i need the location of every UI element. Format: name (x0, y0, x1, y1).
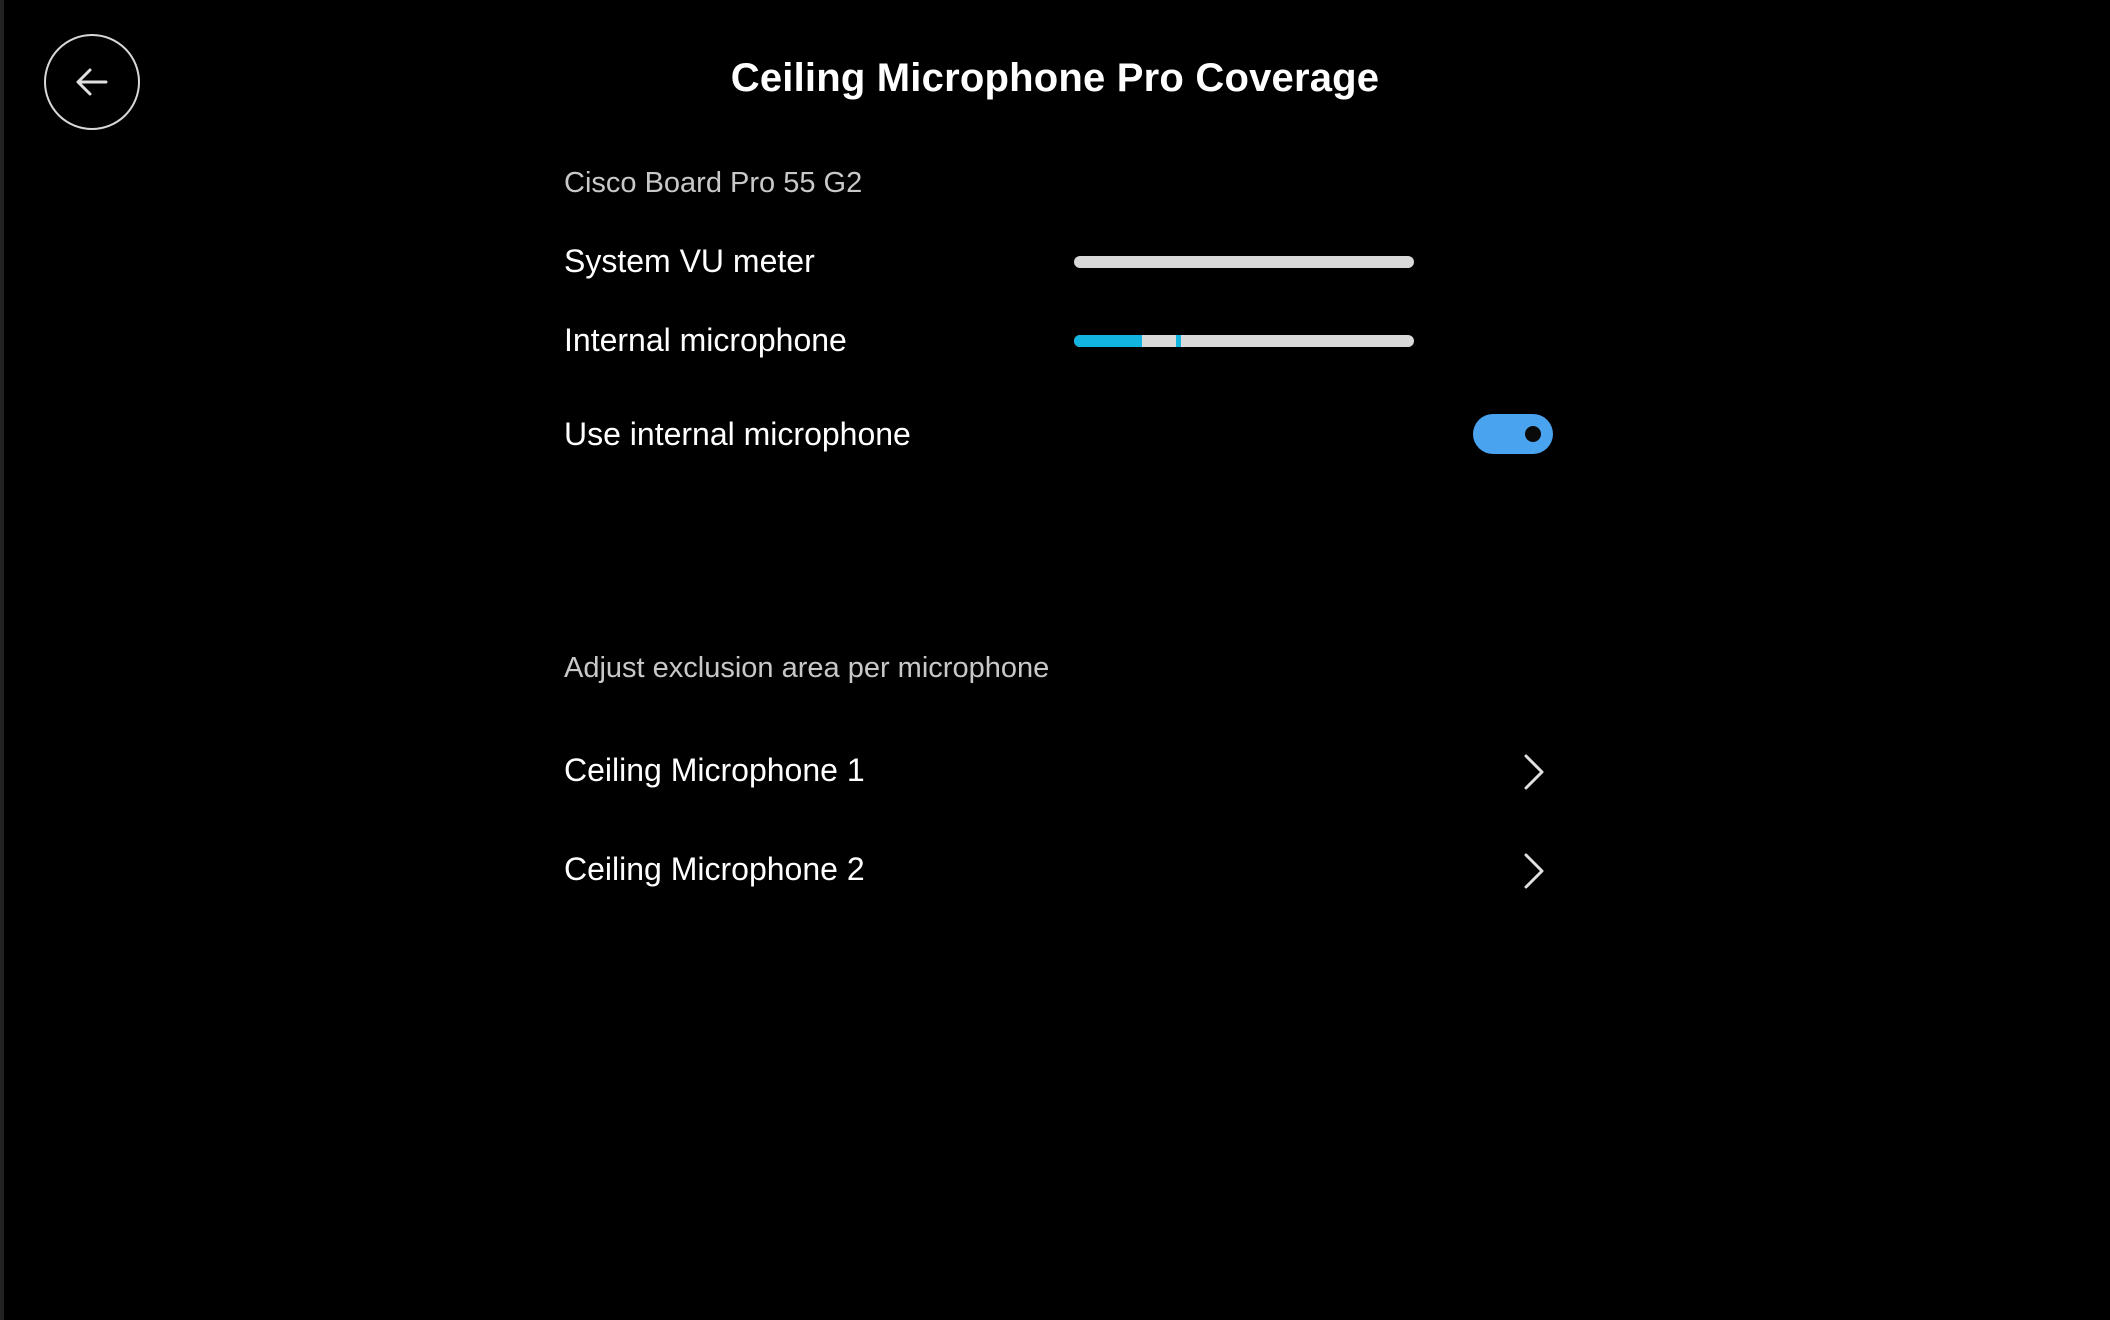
exclusion-section-label: Adjust exclusion area per microphone (564, 652, 1050, 684)
page-title: Ceiling Microphone Pro Coverage (730, 56, 1380, 100)
ceiling-microphone-1-row[interactable]: Ceiling Microphone 1 (564, 732, 1554, 812)
ceiling-microphone-2-label: Ceiling Microphone 2 (564, 851, 865, 887)
chevron-right-icon (1510, 849, 1554, 893)
device-name: Cisco Board Pro 55 G2 (564, 167, 863, 199)
window-edge (0, 0, 4, 1320)
toggle-knob (1525, 426, 1541, 442)
settings-screen: Ceiling Microphone Pro Coverage Cisco Bo… (0, 0, 2110, 1320)
ceiling-microphone-2-row[interactable]: Ceiling Microphone 2 (564, 831, 1554, 911)
internal-microphone-label: Internal microphone (564, 322, 847, 358)
use-internal-microphone-label: Use internal microphone (564, 416, 911, 452)
internal-microphone-meter-fill (1074, 335, 1142, 347)
system-vu-meter (1074, 256, 1414, 268)
ceiling-microphone-1-label: Ceiling Microphone 1 (564, 752, 865, 788)
internal-microphone-meter (1074, 335, 1414, 347)
chevron-right-icon (1510, 750, 1554, 794)
use-internal-microphone-toggle[interactable] (1473, 414, 1553, 454)
system-vu-meter-label: System VU meter (564, 243, 815, 279)
internal-microphone-meter-peak (1176, 335, 1181, 347)
